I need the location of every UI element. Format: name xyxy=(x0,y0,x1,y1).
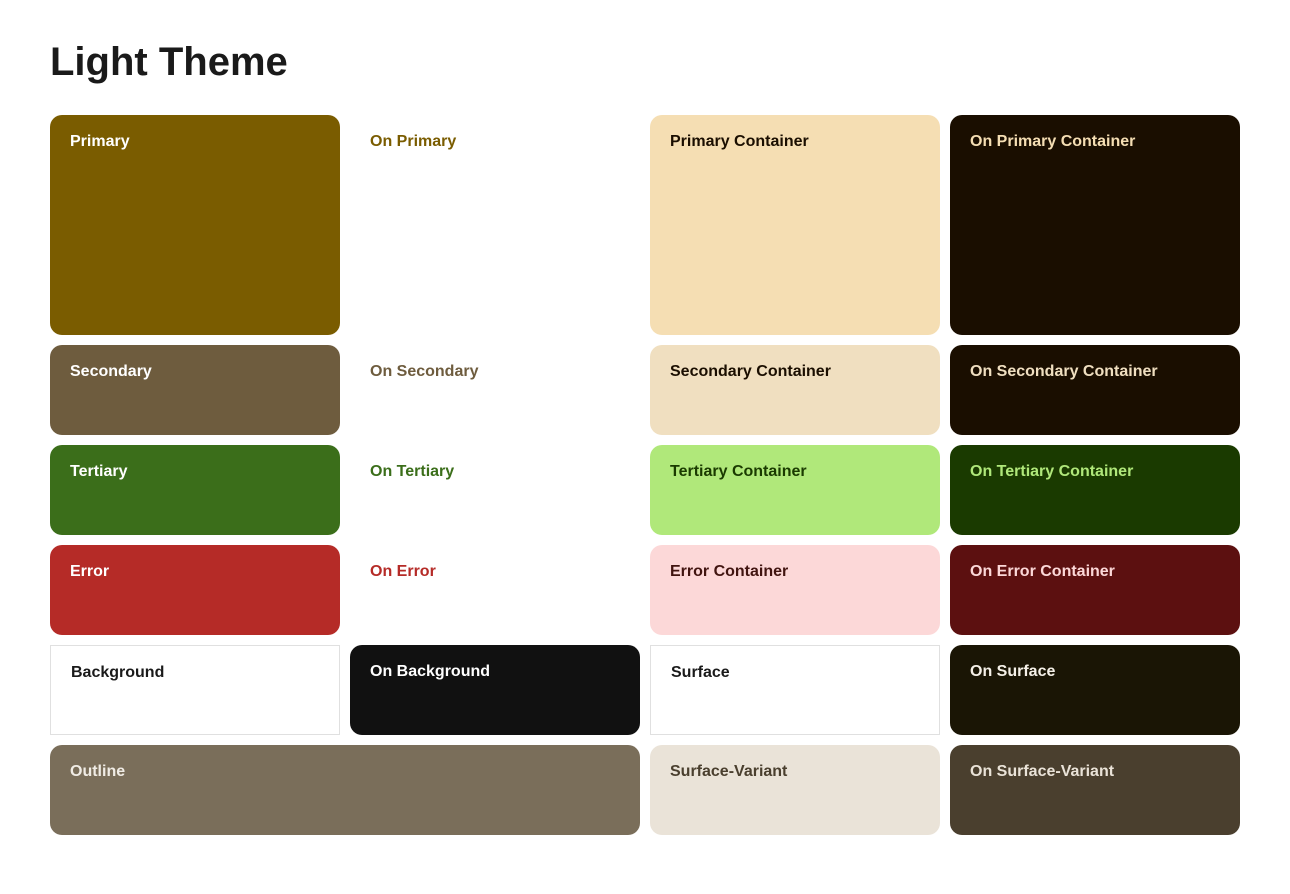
color-label: Surface xyxy=(671,664,730,682)
color-cell: Background xyxy=(50,645,340,735)
color-label: Outline xyxy=(70,763,125,781)
color-cell: On Tertiary Container xyxy=(950,445,1240,535)
color-label: Surface-Variant xyxy=(670,763,787,781)
color-label: On Surface-Variant xyxy=(970,763,1114,781)
color-cell: On Surface xyxy=(950,645,1240,735)
color-cell: On Primary xyxy=(350,115,640,335)
color-label: On Surface xyxy=(970,663,1055,681)
color-cell: Secondary xyxy=(50,345,340,435)
page-title: Light Theme xyxy=(50,40,1240,85)
color-label: On Tertiary Container xyxy=(970,463,1133,481)
color-cell: Secondary Container xyxy=(650,345,940,435)
color-cell: On Error xyxy=(350,545,640,635)
color-cell: Outline xyxy=(50,745,640,835)
color-label: Primary xyxy=(70,133,130,151)
color-label: Secondary xyxy=(70,363,152,381)
color-cell: Surface xyxy=(650,645,940,735)
color-label: Error xyxy=(70,563,109,581)
color-cell: On Tertiary xyxy=(350,445,640,535)
color-cell: Tertiary xyxy=(50,445,340,535)
color-label: Primary Container xyxy=(670,133,809,151)
color-label: Tertiary Container xyxy=(670,463,807,481)
color-cell: On Error Container xyxy=(950,545,1240,635)
color-label: Error Container xyxy=(670,563,788,581)
color-label: On Primary Container xyxy=(970,133,1135,151)
color-label: On Error Container xyxy=(970,563,1115,581)
color-label: Secondary Container xyxy=(670,363,831,381)
color-label: On Secondary xyxy=(370,363,478,381)
color-label: On Background xyxy=(370,663,490,681)
color-cell: Surface-Variant xyxy=(650,745,940,835)
color-cell: On Secondary xyxy=(350,345,640,435)
color-cell: On Background xyxy=(350,645,640,735)
color-cell: Error Container xyxy=(650,545,940,635)
color-cell: Primary xyxy=(50,115,340,335)
color-cell: On Surface-Variant xyxy=(950,745,1240,835)
color-cell: Primary Container xyxy=(650,115,940,335)
color-cell: On Primary Container xyxy=(950,115,1240,335)
color-label: On Tertiary xyxy=(370,463,454,481)
color-cell: On Secondary Container xyxy=(950,345,1240,435)
color-label: On Primary xyxy=(370,133,456,151)
color-label: Background xyxy=(71,664,164,682)
color-label: On Error xyxy=(370,563,436,581)
color-cell: Tertiary Container xyxy=(650,445,940,535)
color-cell: Error xyxy=(50,545,340,635)
color-label: On Secondary Container xyxy=(970,363,1158,381)
color-label: Tertiary xyxy=(70,463,128,481)
color-grid: Primary On Primary Primary Container On Pri… xyxy=(50,115,1240,835)
